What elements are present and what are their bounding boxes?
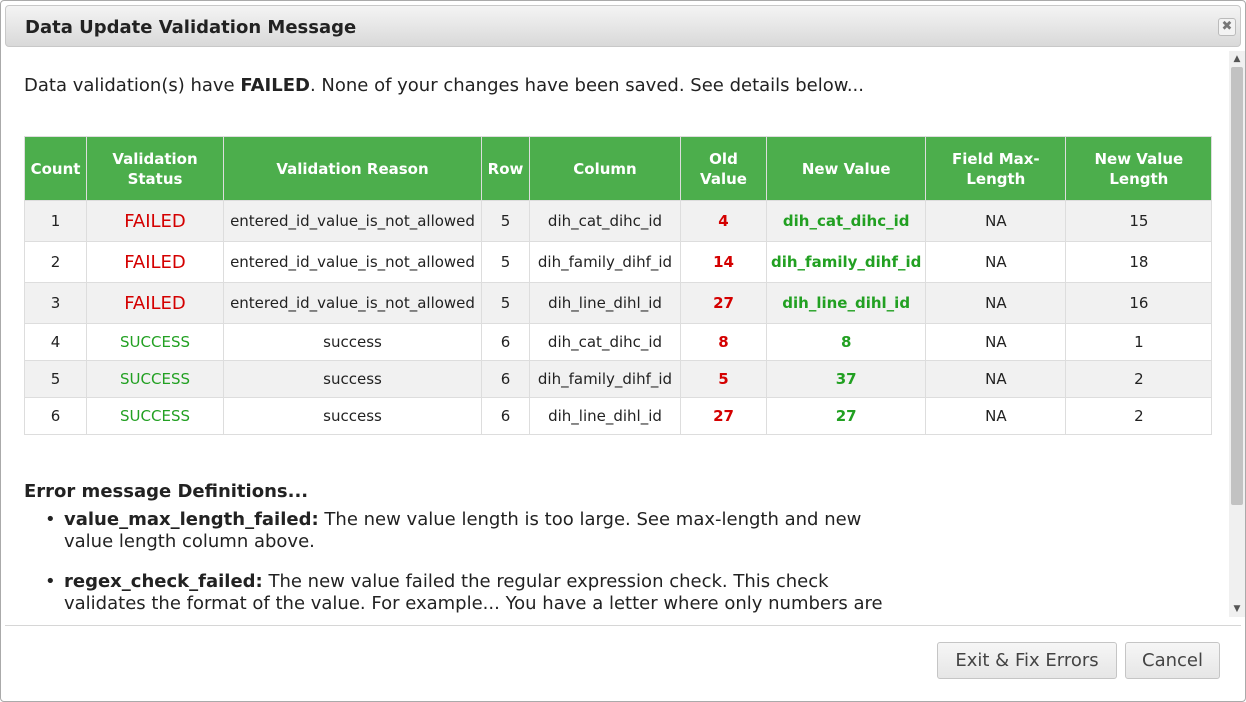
dialog-titlebar: Data Update Validation Message ✖: [5, 5, 1241, 47]
definitions-list: • value_max_length_failed: The new value …: [24, 509, 914, 617]
cell-reason: entered_id_value_is_not_allowed: [223, 282, 482, 324]
cell-count: 3: [24, 282, 87, 324]
cell-row: 6: [481, 397, 530, 435]
cell-new-value: 8: [765, 323, 927, 361]
cell-row: 6: [481, 323, 530, 361]
cell-column: dih_family_dihf_id: [529, 360, 681, 398]
cell-column: dih_line_dihl_id: [529, 397, 681, 435]
cell-row: 5: [481, 200, 530, 242]
cell-old-value: 14: [680, 241, 767, 283]
intro-prefix: Data validation(s) have: [24, 75, 241, 96]
header-validation-reason: Validation Reason: [223, 136, 482, 201]
cell-new-value: 27: [765, 397, 927, 435]
cell-status: FAILED: [86, 241, 224, 283]
table-row: 3 FAILED entered_id_value_is_not_allowed…: [24, 282, 1213, 324]
bullet-icon: •: [45, 571, 56, 592]
scroll-down-arrow-icon[interactable]: ▼: [1229, 601, 1245, 617]
cell-reason: success: [223, 360, 482, 398]
validation-dialog: Data Update Validation Message ✖ Data va…: [0, 0, 1246, 702]
definitions-heading: Error message Definitions...: [24, 481, 309, 502]
cell-old-value: 4: [680, 200, 767, 242]
cell-old-value: 5: [680, 360, 767, 398]
cell-column: dih_cat_dihc_id: [529, 323, 681, 361]
cell-max-length: NA: [925, 241, 1067, 283]
cell-status: SUCCESS: [86, 323, 224, 361]
intro-message: Data validation(s) have FAILED. None of …: [24, 75, 864, 96]
header-column: Column: [529, 136, 681, 201]
dialog-content: Data validation(s) have FAILED. None of …: [1, 51, 1229, 617]
cell-status: SUCCESS: [86, 397, 224, 435]
cell-reason: entered_id_value_is_not_allowed: [223, 241, 482, 283]
header-row: Row: [481, 136, 530, 201]
cell-new-length: 18: [1065, 241, 1213, 283]
definition-item: • value_max_length_failed: The new value …: [45, 509, 914, 553]
cell-status: SUCCESS: [86, 360, 224, 398]
header-validation-status: Validation Status: [86, 136, 224, 201]
table-header-row: Count Validation Status Validation Reaso…: [24, 136, 1213, 201]
scroll-up-arrow-icon[interactable]: ▲: [1229, 51, 1245, 67]
cell-reason: success: [223, 323, 482, 361]
cell-new-length: 16: [1065, 282, 1213, 324]
cell-reason: entered_id_value_is_not_allowed: [223, 200, 482, 242]
cell-count: 5: [24, 360, 87, 398]
table-row: 4 SUCCESS success 6 dih_cat_dihc_id 8 8 …: [24, 323, 1213, 361]
cell-column: dih_line_dihl_id: [529, 282, 681, 324]
table-row: 5 SUCCESS success 6 dih_family_dihf_id 5…: [24, 360, 1213, 398]
definition-term: value_max_length_failed:: [64, 509, 319, 530]
cancel-button[interactable]: Cancel: [1125, 642, 1220, 679]
content-scrollbar[interactable]: ▲ ▼: [1229, 51, 1245, 617]
cell-max-length: NA: [925, 323, 1067, 361]
cell-new-value: dih_line_dihl_id: [765, 282, 927, 324]
table-row: 6 SUCCESS success 6 dih_line_dihl_id 27 …: [24, 397, 1213, 435]
cell-new-length: 2: [1065, 397, 1213, 435]
header-field-max-length: Field Max-Length: [925, 136, 1067, 201]
intro-status: FAILED: [240, 75, 310, 96]
header-count: Count: [24, 136, 87, 201]
cell-count: 4: [24, 323, 87, 361]
cell-status: FAILED: [86, 200, 224, 242]
intro-suffix: . None of your changes have been saved. …: [309, 75, 864, 96]
cell-new-value: 37: [765, 360, 927, 398]
cell-max-length: NA: [925, 200, 1067, 242]
cell-row: 5: [481, 241, 530, 283]
cell-reason: success: [223, 397, 482, 435]
cell-status: FAILED: [86, 282, 224, 324]
cell-count: 1: [24, 200, 87, 242]
cell-new-length: 1: [1065, 323, 1213, 361]
cell-new-length: 15: [1065, 200, 1213, 242]
scrollbar-thumb[interactable]: [1231, 67, 1243, 505]
cell-max-length: NA: [925, 282, 1067, 324]
definition-item: • regex_check_failed: The new value faile…: [45, 571, 914, 617]
header-old-value: Old Value: [680, 136, 767, 201]
definition-term: regex_check_failed:: [64, 571, 263, 592]
dialog-footer: Exit & Fix Errors Cancel: [5, 625, 1241, 701]
table-row: 1 FAILED entered_id_value_is_not_allowed…: [24, 200, 1213, 242]
cell-old-value: 27: [680, 397, 767, 435]
header-new-value-length: New Value Length: [1065, 136, 1213, 201]
cell-max-length: NA: [925, 360, 1067, 398]
cell-row: 5: [481, 282, 530, 324]
cell-old-value: 27: [680, 282, 767, 324]
cell-old-value: 8: [680, 323, 767, 361]
exit-fix-errors-button[interactable]: Exit & Fix Errors: [937, 642, 1117, 679]
cell-row: 6: [481, 360, 530, 398]
dialog-title: Data Update Validation Message: [25, 17, 357, 38]
cell-new-length: 2: [1065, 360, 1213, 398]
cell-new-value: dih_cat_dihc_id: [765, 200, 927, 242]
cell-count: 2: [24, 241, 87, 283]
cell-count: 6: [24, 397, 87, 435]
cell-column: dih_cat_dihc_id: [529, 200, 681, 242]
cell-new-value: dih_family_dihf_id: [765, 241, 927, 283]
cell-max-length: NA: [925, 397, 1067, 435]
table-row: 2 FAILED entered_id_value_is_not_allowed…: [24, 241, 1213, 283]
header-new-value: New Value: [765, 136, 927, 201]
bullet-icon: •: [45, 509, 56, 530]
cell-column: dih_family_dihf_id: [529, 241, 681, 283]
validation-table: Count Validation Status Validation Reaso…: [24, 136, 1213, 435]
close-icon[interactable]: ✖: [1218, 18, 1236, 36]
